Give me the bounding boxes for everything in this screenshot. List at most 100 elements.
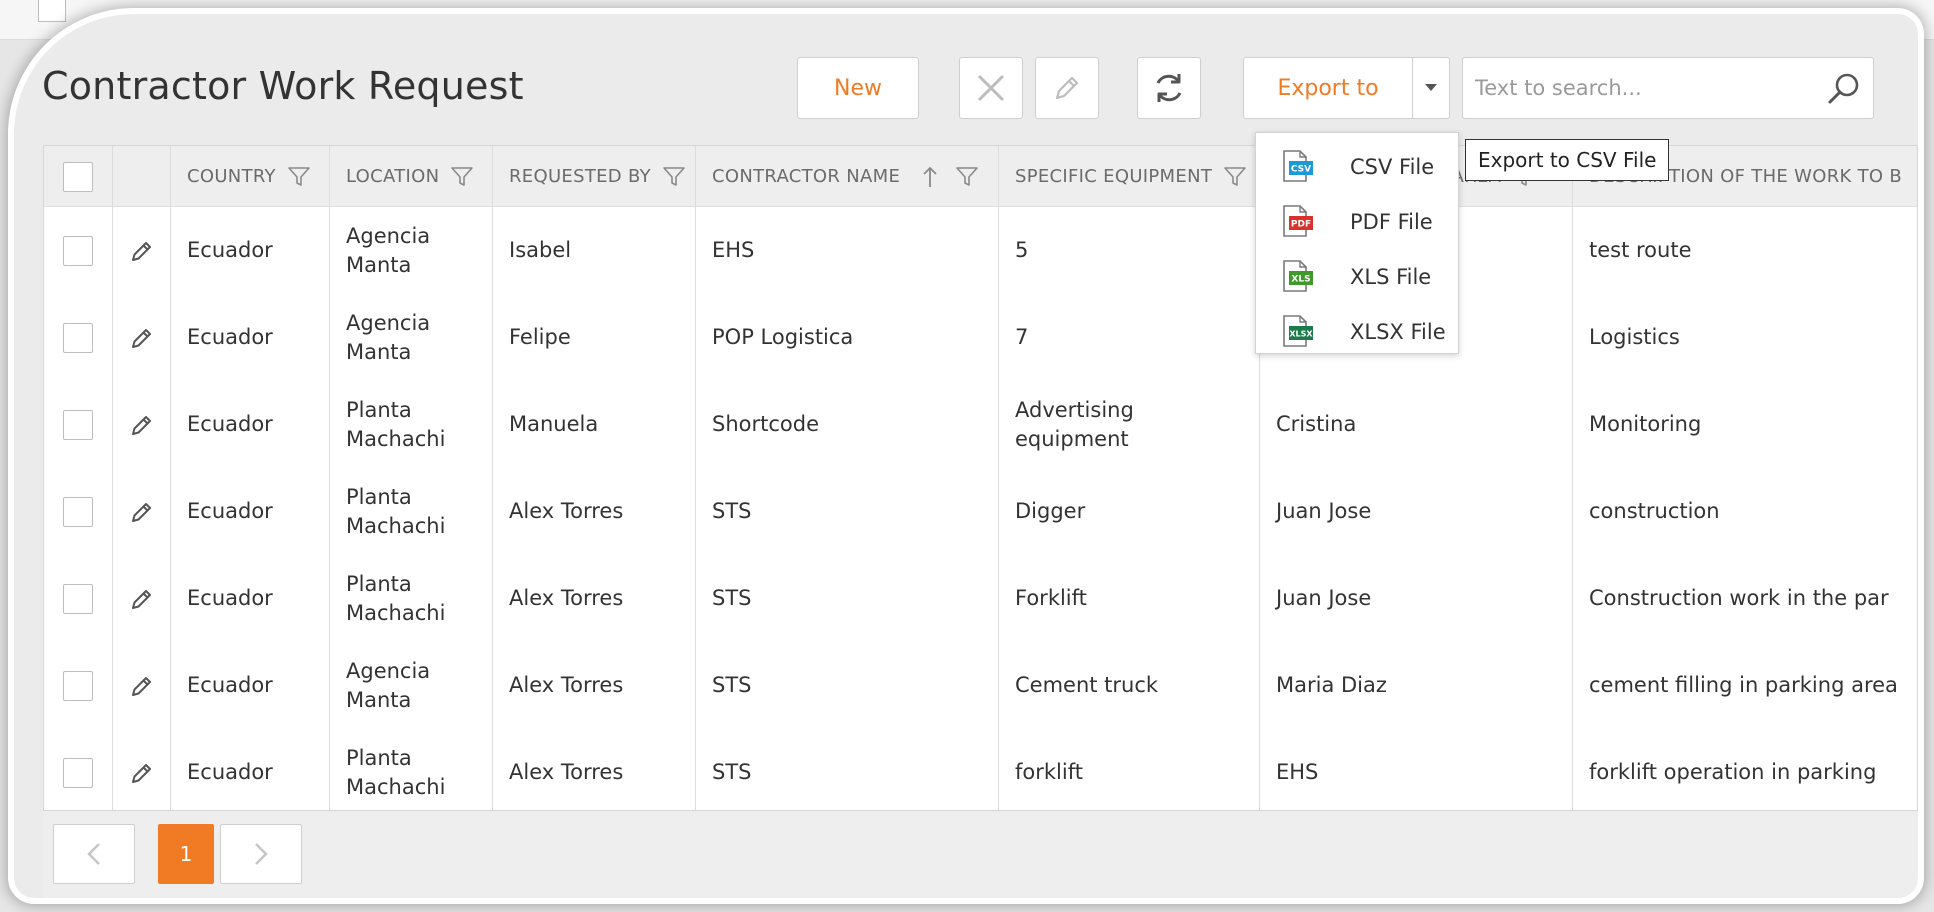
cell-text: Ecuador (187, 586, 273, 610)
next-page-button[interactable] (220, 824, 302, 884)
chevron-right-icon (255, 843, 268, 865)
column-header-country[interactable]: COUNTRY (171, 146, 330, 207)
data-grid: COUNTRY LOCATION REQUESTED BY CONTRACTOR… (43, 145, 1918, 811)
select-all-cell (44, 146, 113, 207)
prev-page-button[interactable] (53, 824, 135, 884)
filter-icon[interactable] (1224, 166, 1246, 187)
pencil-icon[interactable] (130, 587, 154, 611)
row-edit-cell (113, 468, 171, 555)
row-select-cell (44, 294, 113, 381)
refresh-icon (1156, 74, 1182, 102)
table-row[interactable]: Ecuador Agencia Manta Isabel EHS 5 test route (44, 207, 1917, 294)
svg-text:PDF: PDF (1291, 220, 1311, 230)
pdf-file-icon: PDF (1283, 205, 1313, 237)
select-all-checkbox[interactable] (63, 161, 93, 192)
xlsx-file-icon: XLSX (1283, 315, 1313, 347)
row-checkbox[interactable] (63, 409, 93, 440)
row-checkbox[interactable] (63, 670, 93, 701)
cell-text: Planta Machachi (346, 484, 446, 538)
pencil-icon[interactable] (130, 761, 154, 785)
table-row[interactable]: Ecuador Planta Machachi Alex Torres STS fork… (44, 729, 1917, 810)
table-row[interactable]: Ecuador Planta Machachi Alex Torres STS Fork… (44, 555, 1917, 642)
cell-text: Juan Jose (1276, 586, 1372, 610)
export-pdf-item[interactable]: PDF PDF File (1256, 194, 1460, 249)
pencil-icon[interactable] (130, 239, 154, 263)
cell-contractor: POP Logistica (696, 294, 999, 381)
cell-equipment: forklift (999, 729, 1260, 810)
svg-text:XLSX: XLSX (1289, 330, 1313, 339)
svg-text:XLS: XLS (1291, 275, 1310, 285)
cell-country: Ecuador (171, 381, 330, 468)
pencil-icon[interactable] (130, 500, 154, 524)
row-checkbox[interactable] (63, 235, 93, 266)
cell-text: Agencia Manta (346, 310, 431, 364)
search-input[interactable] (1463, 58, 1823, 118)
export-xls-item[interactable]: XLS XLS File (1256, 249, 1460, 304)
row-select-cell (44, 207, 113, 294)
pencil-icon[interactable] (130, 326, 154, 350)
edit-column-header (113, 146, 171, 207)
filter-icon[interactable] (451, 166, 474, 187)
column-header-requested-by[interactable]: REQUESTED BY (493, 146, 696, 207)
export-xlsx-item[interactable]: XLSX XLSX File (1256, 304, 1460, 359)
table-row[interactable]: Ecuador Planta Machachi Manuela Shortcode Ad… (44, 381, 1917, 468)
cell-text: Cristina (1276, 412, 1357, 436)
export-dropdown-toggle[interactable] (1412, 57, 1450, 119)
filter-icon[interactable] (956, 166, 978, 187)
cell-text: Monitoring (1589, 412, 1702, 436)
cell-location: Planta Machachi (330, 729, 493, 810)
cell-equipment: Forklift (999, 555, 1260, 642)
cell-country: Ecuador (171, 729, 330, 810)
cell-contractor: Shortcode (696, 381, 999, 468)
cell-description: forklift operation in parking (1573, 729, 1917, 810)
filter-icon[interactable] (663, 166, 685, 187)
new-button[interactable]: New (797, 57, 919, 119)
cell-description: construction (1573, 468, 1917, 555)
edit-button[interactable] (1035, 57, 1099, 119)
cell-equipment: 7 (999, 294, 1260, 381)
cell-country: Ecuador (171, 294, 330, 381)
export-item-label: PDF File (1350, 209, 1433, 234)
pencil-icon[interactable] (130, 674, 154, 698)
sort-ascending-icon[interactable] (922, 166, 938, 188)
cell-text: Planta Machachi (346, 571, 446, 625)
column-header-contractor-name[interactable]: CONTRACTOR NAME (696, 146, 999, 207)
search-icon[interactable] (1827, 72, 1861, 106)
cell-text: EHS (712, 238, 755, 262)
cell-text: Maria Diaz (1276, 673, 1387, 697)
column-label: COUNTRY (187, 166, 276, 187)
caret-down-icon (1425, 84, 1437, 91)
column-header-location[interactable]: LOCATION (330, 146, 493, 207)
cell-text: Ecuador (187, 325, 273, 349)
cell-text: Ecuador (187, 760, 273, 784)
pencil-icon[interactable] (130, 413, 154, 437)
cell-location: Planta Machachi (330, 555, 493, 642)
table-row[interactable]: Ecuador Planta Machachi Alex Torres STS Digg… (44, 468, 1917, 555)
row-select-cell (44, 555, 113, 642)
row-edit-cell (113, 555, 171, 642)
filter-icon[interactable] (288, 166, 310, 187)
refresh-button[interactable] (1137, 57, 1201, 119)
cell-text: Manuela (509, 412, 599, 436)
cell-text: forklift (1015, 760, 1083, 784)
row-checkbox[interactable] (63, 322, 93, 353)
page-button[interactable]: 1 (158, 824, 214, 884)
table-row[interactable]: Ecuador Agencia Manta Alex Torres STS Cement… (44, 642, 1917, 729)
column-header-specific-equipment[interactable]: SPECIFIC EQUIPMENT (999, 146, 1260, 207)
export-item-label: XLS File (1350, 264, 1432, 289)
column-label: CONTRACTOR NAME (712, 166, 901, 187)
export-button[interactable]: Export to (1243, 57, 1413, 119)
cell-text: STS (712, 673, 752, 697)
table-row[interactable]: Ecuador Agencia Manta Felipe POP Logistica 7… (44, 294, 1917, 381)
cell-text: STS (712, 760, 752, 784)
row-checkbox[interactable] (63, 496, 93, 527)
row-checkbox[interactable] (63, 757, 93, 788)
cell-text: EHS (1276, 760, 1319, 784)
delete-button[interactable] (959, 57, 1023, 119)
row-checkbox[interactable] (63, 583, 93, 614)
export-csv-item[interactable]: CSV CSV File (1256, 139, 1460, 194)
cell-text: Ecuador (187, 499, 273, 523)
cell-text: forklift operation in parking (1589, 760, 1877, 784)
svg-text:CSV: CSV (1291, 165, 1311, 175)
cell-text: construction (1589, 499, 1720, 523)
